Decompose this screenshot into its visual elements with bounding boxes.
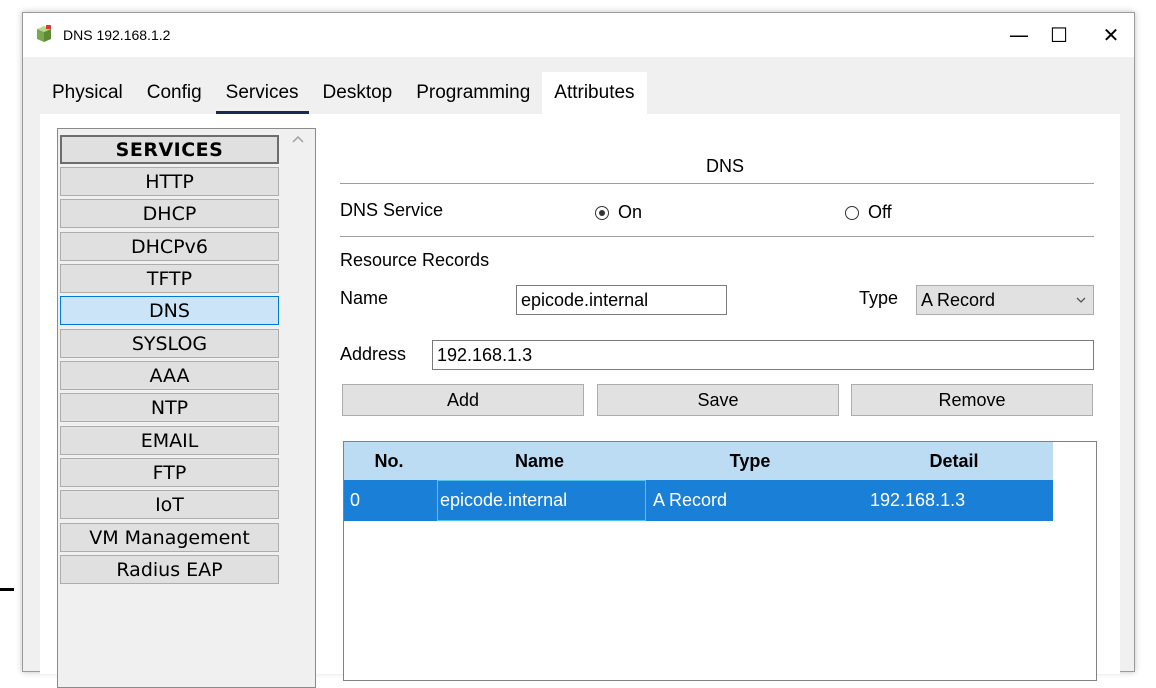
tab-desktop[interactable]: Desktop	[311, 72, 405, 114]
type-select-value: A Record	[921, 289, 996, 310]
chevron-down-icon	[1076, 297, 1086, 303]
dns-panel: DNS DNS Service On Off Resource Records …	[340, 114, 1110, 681]
column-header-no: No.	[374, 450, 404, 471]
maximize-button[interactable]: ☐	[1036, 13, 1082, 57]
radio-checked-icon	[595, 205, 609, 220]
dns-off-label: Off	[868, 202, 892, 222]
type-select[interactable]: A Record	[916, 285, 1094, 315]
divider	[340, 183, 1094, 184]
dns-on-label: On	[618, 202, 643, 222]
sidebar-item-email[interactable]: EMAIL	[60, 426, 279, 455]
address-input[interactable]	[432, 340, 1094, 370]
divider	[340, 236, 1094, 237]
dns-service-label: DNS Service	[340, 200, 444, 220]
type-label: Type	[859, 288, 899, 308]
tab-bar: Physical Config Services Desktop Program…	[40, 72, 647, 114]
add-button[interactable]: Add	[342, 384, 584, 416]
column-header-type: Type	[729, 450, 771, 471]
close-button[interactable]: ✕	[1088, 13, 1134, 57]
sidebar-item-dhcpv6[interactable]: DHCPv6	[60, 232, 279, 261]
sidebar-item-ftp[interactable]: FTP	[60, 458, 279, 487]
cell-detail: 192.168.1.3	[870, 490, 966, 510]
save-button[interactable]: Save	[597, 384, 839, 416]
window-title: DNS 192.168.1.2	[63, 27, 171, 43]
tab-physical[interactable]: Physical	[40, 72, 135, 114]
background-line	[0, 588, 14, 591]
table-header: No. Name Type Detail	[344, 442, 1053, 480]
title-bar: DNS 192.168.1.2 — ☐ ✕	[23, 13, 1134, 57]
tab-config[interactable]: Config	[135, 72, 214, 114]
name-input[interactable]	[516, 285, 727, 315]
dns-service-off-radio[interactable]: Off	[845, 202, 892, 223]
sidebar-item-tftp[interactable]: TFTP	[60, 264, 279, 293]
cell-type: A Record	[653, 490, 728, 510]
packet-tracer-server-icon	[37, 25, 51, 42]
sidebar-header: SERVICES	[60, 135, 279, 164]
tab-programming[interactable]: Programming	[404, 72, 542, 114]
dns-records-table: No. Name Type Detail 0 epicode.internal …	[343, 441, 1097, 681]
column-header-name: Name	[514, 450, 565, 471]
dns-service-on-radio[interactable]: On	[595, 202, 642, 223]
column-header-detail: Detail	[929, 450, 979, 471]
table-row[interactable]: 0 epicode.internal A Record 192.168.1.3	[344, 480, 1053, 521]
sidebar-item-aaa[interactable]: AAA	[60, 361, 279, 390]
services-sidebar: SERVICES HTTP DHCP DHCPv6 TFTP DNS SYSLO…	[57, 128, 316, 688]
sidebar-item-radius-eap[interactable]: Radius EAP	[60, 555, 279, 584]
cell-name: epicode.internal	[437, 480, 646, 521]
address-label: Address	[340, 344, 407, 364]
remove-button[interactable]: Remove	[851, 384, 1093, 416]
resource-records-label: Resource Records	[340, 250, 490, 270]
cell-no: 0	[350, 490, 361, 510]
tab-attributes[interactable]: Attributes	[542, 72, 647, 114]
chevron-up-icon[interactable]	[290, 132, 306, 146]
sidebar-item-vm-management[interactable]: VM Management	[60, 523, 279, 552]
sidebar-item-dhcp[interactable]: DHCP	[60, 199, 279, 228]
sidebar-item-http[interactable]: HTTP	[60, 167, 279, 196]
radio-unchecked-icon	[845, 205, 859, 220]
dns-title: DNS	[705, 156, 744, 176]
services-content: SERVICES HTTP DHCP DHCPv6 TFTP DNS SYSLO…	[40, 114, 1120, 688]
tab-services[interactable]: Services	[214, 72, 311, 114]
sidebar-item-dns[interactable]: DNS	[60, 296, 279, 325]
sidebar-item-iot[interactable]: IoT	[60, 490, 279, 519]
dns-server-window: DNS 192.168.1.2 — ☐ ✕ Physical Config Se…	[22, 12, 1135, 688]
sidebar-item-syslog[interactable]: SYSLOG	[60, 329, 279, 358]
name-label: Name	[340, 288, 389, 308]
sidebar-item-ntp[interactable]: NTP	[60, 393, 279, 422]
sidebar-scrollbar[interactable]	[281, 129, 315, 687]
